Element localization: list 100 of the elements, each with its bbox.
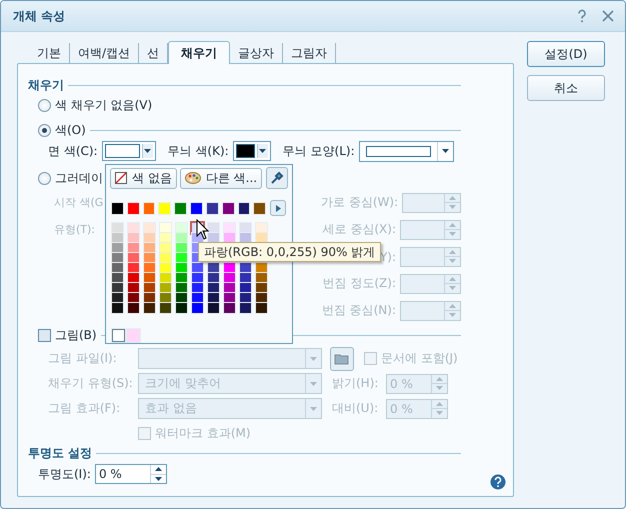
color-swatch[interactable]: [192, 263, 203, 273]
radio-button[interactable]: [38, 98, 51, 112]
color-swatch[interactable]: [175, 202, 186, 214]
color-swatch[interactable]: [208, 283, 219, 293]
color-swatch[interactable]: [128, 223, 139, 233]
color-swatch[interactable]: [208, 233, 219, 243]
color-swatch[interactable]: [224, 293, 235, 303]
color-swatch[interactable]: [240, 303, 251, 313]
color-swatch[interactable]: [112, 223, 123, 233]
color-swatch[interactable]: [208, 273, 219, 283]
spin-field[interactable]: 0 %: [94, 464, 167, 484]
color-swatch[interactable]: [176, 263, 187, 273]
color-swatch[interactable]: [238, 202, 250, 214]
color-swatch[interactable]: [128, 202, 139, 214]
color-swatch[interactable]: [112, 253, 123, 263]
color-swatch[interactable]: [240, 293, 251, 303]
color-swatch[interactable]: [128, 303, 139, 313]
color-swatch[interactable]: [240, 223, 251, 233]
color-swatch[interactable]: [160, 243, 171, 253]
color-swatch[interactable]: [240, 233, 251, 243]
color-swatch[interactable]: [176, 273, 187, 283]
color-swatch[interactable]: [256, 283, 267, 293]
color-swatch[interactable]: [208, 303, 219, 313]
color-swatch[interactable]: [160, 273, 171, 283]
color-swatch[interactable]: [144, 263, 155, 273]
color-swatch[interactable]: [254, 202, 266, 214]
spin-field[interactable]: [400, 274, 461, 294]
tab[interactable]: 채우기: [168, 41, 230, 64]
color-swatch[interactable]: [240, 263, 251, 273]
color-swatch[interactable]: [144, 233, 155, 243]
color-swatch[interactable]: [160, 283, 171, 293]
color-swatch[interactable]: [256, 263, 267, 273]
color-swatch[interactable]: [176, 283, 187, 293]
color-swatch[interactable]: [256, 233, 267, 243]
color-swatch[interactable]: [176, 293, 187, 303]
color-swatch[interactable]: [192, 293, 203, 303]
more-colors-button[interactable]: 다른 색...: [180, 168, 262, 188]
color-swatch[interactable]: [176, 253, 187, 263]
color-swatch[interactable]: [128, 233, 139, 243]
spin-field[interactable]: [400, 246, 461, 266]
color-swatch[interactable]: [128, 243, 139, 253]
color-swatch[interactable]: [112, 263, 123, 273]
color-swatch[interactable]: [112, 303, 123, 313]
color-swatch[interactable]: [144, 293, 155, 303]
color-swatch[interactable]: [224, 283, 235, 293]
color-swatch[interactable]: [112, 233, 123, 243]
color-swatch[interactable]: [256, 223, 267, 233]
color-swatch[interactable]: [112, 283, 123, 293]
more-arrow-button[interactable]: [270, 200, 286, 216]
color-swatch[interactable]: [208, 293, 219, 303]
color-swatch[interactable]: [128, 253, 139, 263]
color-swatch[interactable]: [208, 263, 219, 273]
color-swatch[interactable]: [240, 283, 251, 293]
color-picker[interactable]: [102, 141, 156, 161]
color-swatch[interactable]: [256, 303, 267, 313]
color-swatch[interactable]: [160, 303, 171, 313]
color-swatch[interactable]: [112, 293, 123, 303]
color-swatch[interactable]: [160, 233, 171, 243]
color-picker[interactable]: [232, 141, 271, 161]
color-swatch[interactable]: [191, 202, 202, 214]
color-swatch[interactable]: [144, 202, 154, 214]
color-swatch[interactable]: [160, 293, 171, 303]
color-swatch[interactable]: [112, 243, 123, 253]
pattern-dropdown[interactable]: [358, 140, 454, 162]
color-swatch[interactable]: [128, 263, 139, 273]
close-icon[interactable]: [601, 9, 615, 23]
color-swatch[interactable]: [206, 202, 218, 214]
eyedropper-button[interactable]: [266, 167, 288, 189]
folder-button[interactable]: [330, 346, 354, 370]
color-swatch[interactable]: [224, 273, 235, 283]
color-swatch[interactable]: [127, 329, 140, 342]
color-swatch[interactable]: [224, 233, 235, 243]
color-swatch[interactable]: [144, 253, 155, 263]
color-swatch[interactable]: [222, 202, 234, 214]
radio-button[interactable]: [38, 124, 51, 136]
color-swatch[interactable]: [144, 243, 155, 253]
color-swatch[interactable]: [176, 303, 187, 313]
dialog-button[interactable]: 취소: [527, 75, 605, 101]
dialog-button[interactable]: 설정(D): [527, 41, 605, 67]
color-swatch[interactable]: [240, 273, 251, 283]
color-swatch[interactable]: [224, 263, 235, 273]
color-swatch[interactable]: [128, 283, 139, 293]
color-swatch[interactable]: [160, 253, 171, 263]
color-swatch[interactable]: [192, 283, 203, 293]
color-swatch[interactable]: [128, 293, 139, 303]
color-swatch[interactable]: [128, 273, 139, 283]
color-swatch[interactable]: [112, 329, 125, 342]
spin-field[interactable]: [402, 192, 461, 212]
no-color-button[interactable]: 색 없음: [110, 168, 177, 188]
spin-field[interactable]: [400, 220, 461, 240]
color-swatch[interactable]: [160, 223, 171, 233]
color-swatch[interactable]: [176, 233, 187, 243]
color-swatch[interactable]: [144, 283, 155, 293]
color-swatch[interactable]: [224, 303, 235, 313]
color-swatch[interactable]: [144, 223, 155, 233]
color-swatch[interactable]: [224, 223, 235, 233]
color-swatch[interactable]: [192, 273, 203, 283]
color-swatch[interactable]: [160, 263, 171, 273]
color-swatch[interactable]: [112, 202, 123, 214]
help-icon[interactable]: [490, 474, 506, 490]
